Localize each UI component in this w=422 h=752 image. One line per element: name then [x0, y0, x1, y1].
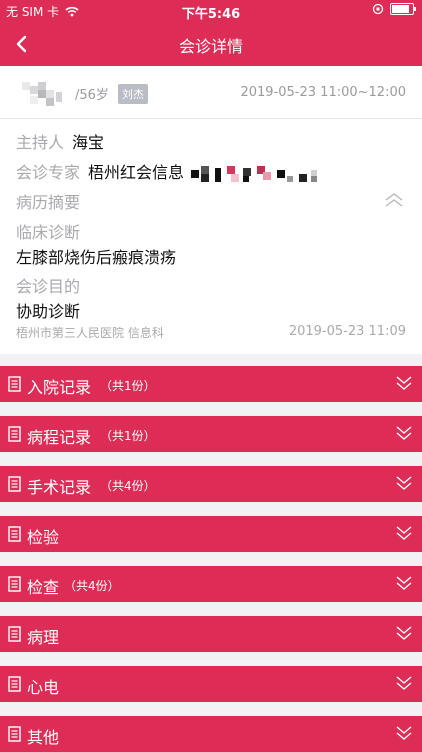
section-count: （共4份）	[64, 579, 120, 593]
status-bar: 无 SIM 卡 下午5:46	[0, 0, 422, 22]
double-chevron-down-icon	[396, 476, 412, 490]
doctor-tag: 刘杰	[118, 84, 148, 104]
section-admission[interactable]: 入院记录 （共1份）	[0, 366, 422, 402]
section-surgery[interactable]: 手术记录 （共4份）	[0, 466, 422, 502]
history-label: 病历摘要	[16, 193, 81, 212]
clock: 下午5:46	[181, 7, 241, 22]
double-chevron-down-icon	[396, 676, 412, 690]
section-name: 检验	[27, 528, 60, 547]
section-other[interactable]: 其他	[0, 716, 422, 752]
purpose-label-row: 会诊目的	[16, 273, 80, 297]
section-lab[interactable]: 检验	[0, 516, 422, 552]
section-ecg[interactable]: 心电	[0, 666, 422, 702]
diagnosis-label-row: 临床诊断	[16, 219, 80, 243]
double-chevron-down-icon	[396, 726, 412, 740]
purpose-label: 会诊目的	[16, 277, 81, 296]
card-header: /56岁 刘杰 2019-05-23 11:00~12:00	[0, 66, 422, 119]
expert-row: 会诊专家 梧州红会信息	[16, 159, 381, 184]
purpose-value: 协助诊断	[16, 302, 81, 321]
consultation-time: 2019-05-23 11:00~12:00	[240, 85, 406, 100]
document-icon	[8, 726, 21, 742]
section-progress[interactable]: 病程记录 （共1份）	[0, 416, 422, 452]
document-icon	[8, 376, 21, 392]
section-pathology[interactable]: 病理	[0, 616, 422, 652]
double-chevron-down-icon	[396, 426, 412, 440]
diagnosis-value: 左膝部烧伤后瘢痕溃疡	[16, 248, 177, 267]
created-time: 2019-05-23 11:09	[288, 324, 406, 339]
nav-bar: 会诊详情	[0, 22, 422, 66]
double-chevron-down-icon	[396, 376, 412, 390]
section-name: 检查	[27, 578, 60, 597]
document-icon	[8, 426, 21, 442]
expert-value: 梧州红会信息	[88, 163, 185, 182]
section-count: （共1份）	[100, 379, 156, 393]
section-name: 其他	[27, 728, 60, 747]
expert-label: 会诊专家	[16, 163, 81, 182]
document-icon	[8, 476, 21, 492]
section-count: （共1份）	[100, 429, 156, 443]
host-label: 主持人	[16, 133, 65, 152]
double-chevron-down-icon	[396, 576, 412, 590]
document-icon	[8, 626, 21, 642]
page-title: 会诊详情	[178, 37, 243, 56]
section-name: 心电	[27, 678, 60, 697]
patient-name-mosaic	[22, 82, 62, 106]
document-icon	[8, 676, 21, 692]
expert-name-mosaic	[191, 165, 318, 182]
host-row: 主持人 海宝	[16, 129, 104, 153]
double-chevron-up-icon[interactable]	[384, 192, 404, 208]
organization: 梧州市第三人民医院 信息科	[16, 326, 164, 340]
double-chevron-down-icon	[396, 526, 412, 540]
section-name: 病理	[27, 628, 60, 647]
host-value: 海宝	[72, 133, 105, 152]
history-row: 病历摘要	[16, 189, 80, 213]
patient-age: /56岁	[75, 88, 109, 103]
document-icon	[8, 576, 21, 592]
diagnosis-label: 临床诊断	[16, 223, 81, 242]
section-count: （共4份）	[100, 479, 156, 493]
orientation-lock-icon	[372, 3, 384, 15]
document-icon	[8, 526, 21, 542]
section-exam[interactable]: 检查 （共4份）	[0, 566, 422, 602]
consultation-card: /56岁 刘杰 2019-05-23 11:00~12:00 主持人 海宝 会诊专…	[0, 66, 422, 354]
section-name: 手术记录	[27, 478, 92, 497]
battery-icon	[390, 3, 416, 15]
section-name: 入院记录	[27, 378, 92, 397]
section-name: 病程记录	[27, 428, 92, 447]
double-chevron-down-icon	[396, 626, 412, 640]
